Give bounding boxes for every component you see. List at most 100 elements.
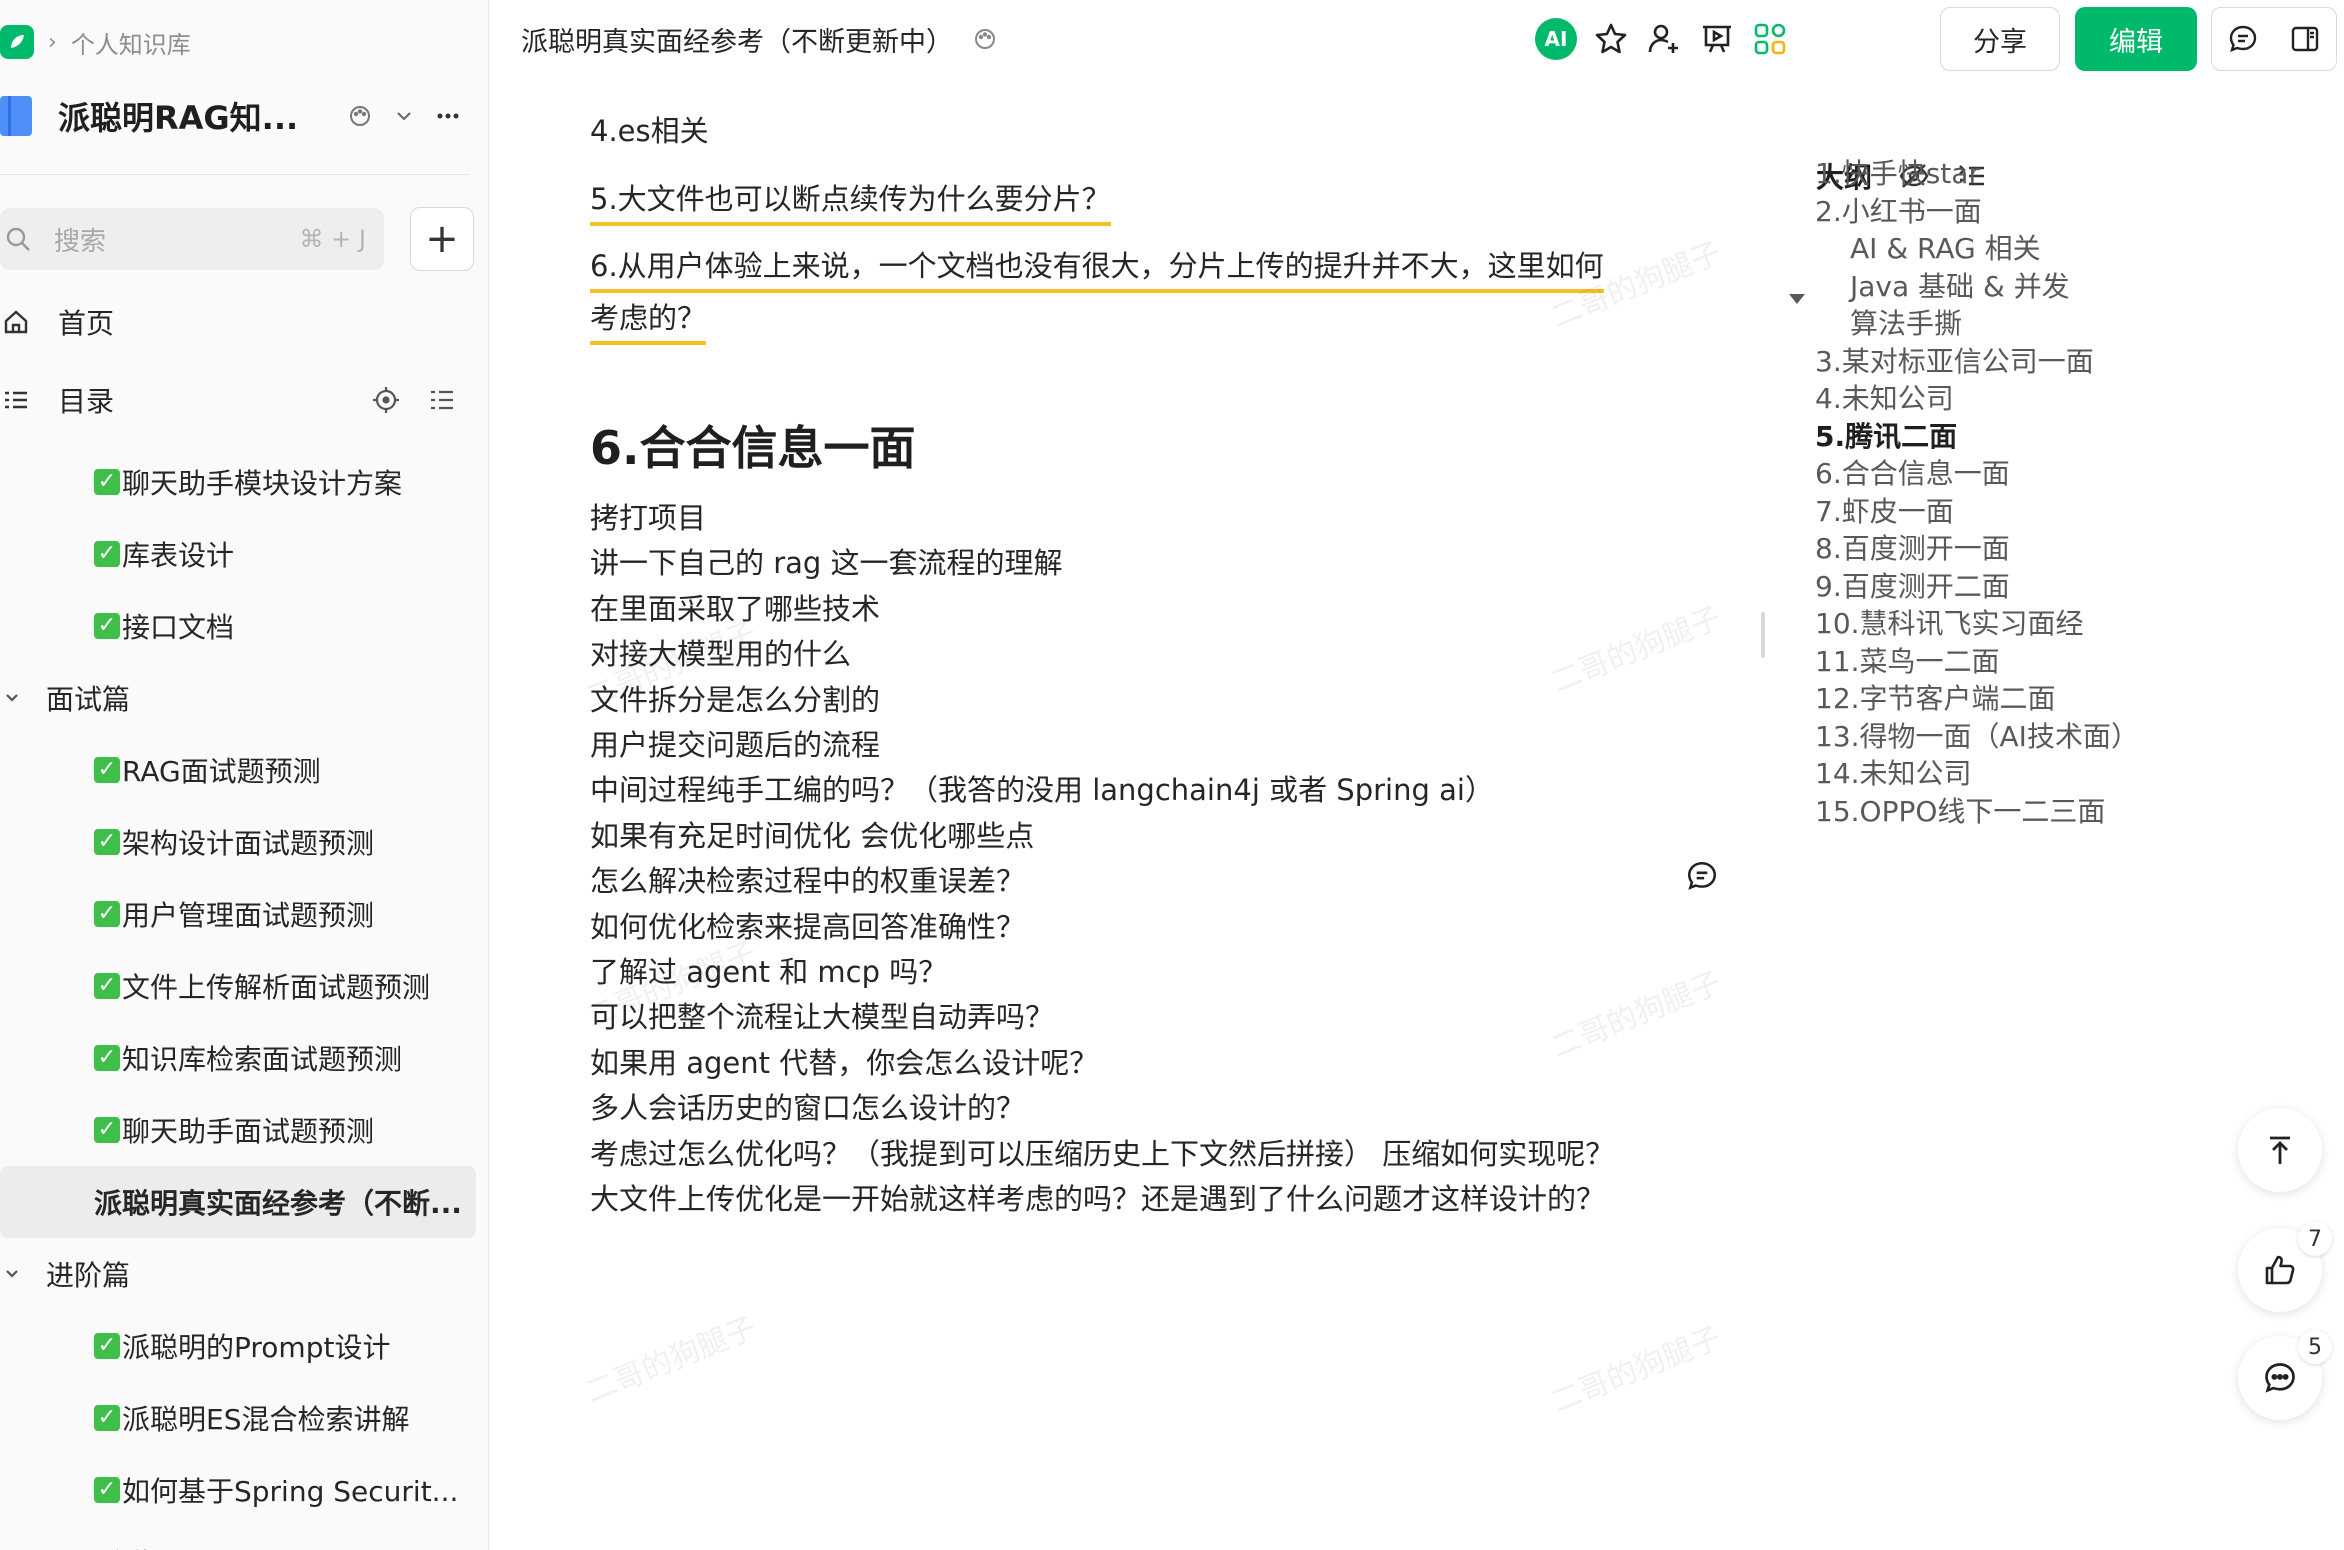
breadcrumb-library[interactable]: 个人知识库	[71, 25, 191, 60]
tree-group[interactable]: 面试篇	[0, 662, 476, 734]
locate-icon[interactable]	[358, 385, 414, 415]
home-icon	[2, 308, 38, 336]
outline-item[interactable]: 2.小红书一面	[1815, 190, 1982, 230]
chevron-down-icon[interactable]	[382, 94, 426, 138]
outline-item[interactable]: 6.合合信息一面	[1815, 452, 2010, 492]
like-count: 7	[2298, 1222, 2332, 1256]
question-item: 在里面采取了哪些技术	[590, 592, 881, 626]
check-icon: ✓	[94, 469, 120, 495]
comment-icon[interactable]	[2212, 23, 2274, 55]
check-icon: ✓	[94, 973, 120, 999]
tree-item[interactable]: ✓ 知识库检索面试题预测	[0, 1022, 476, 1094]
tree-item-label: 文件上传解析面试题预测	[122, 971, 431, 1004]
book-header: 派聪明RAG知...	[0, 88, 470, 144]
tree-item[interactable]: ✓ 如何基于Spring Securit...	[0, 1454, 476, 1526]
share-button[interactable]: 分享	[1940, 7, 2060, 71]
nav-catalog[interactable]: 目录	[0, 372, 470, 428]
list-item: 4.es相关	[590, 114, 709, 148]
chevron-down-icon[interactable]	[2, 1264, 46, 1284]
tree-item[interactable]: ✓ 架构设计面试题预测	[0, 806, 476, 878]
check-icon: ✓	[94, 757, 120, 783]
question-item: 考虑过怎么优化吗？（我提到可以压缩历史上下文然后拼接） 压缩如何实现呢？	[590, 1137, 1615, 1171]
tree-item-label: 如何基于Spring Securit...	[122, 1475, 459, 1508]
nav-catalog-label: 目录	[58, 385, 115, 418]
ai-assistant-button[interactable]: AI	[1532, 15, 1580, 63]
apps-icon[interactable]	[1746, 15, 1794, 63]
add-member-icon[interactable]	[1640, 15, 1688, 63]
outline-item[interactable]: AI & RAG 相关	[1850, 227, 2041, 267]
tree-item[interactable]: ✓ 聊天助手面试题预测	[0, 1094, 476, 1166]
tree-item[interactable]: 派聪明 QA	[0, 1526, 476, 1550]
palette-icon[interactable]	[338, 94, 382, 138]
present-icon[interactable]	[1693, 15, 1741, 63]
edit-button[interactable]: 编辑	[2075, 7, 2197, 71]
tree-item[interactable]: ✓ 用户管理面试题预测	[0, 878, 476, 950]
question-item: 多人会话历史的窗口怎么设计的？	[590, 1091, 1026, 1125]
outline-item[interactable]: 算法手撕	[1850, 302, 1962, 342]
outline-item[interactable]: Java 基础 & 并发	[1850, 265, 2070, 305]
tree-item-label: RAG面试题预测	[122, 755, 321, 788]
outline-item[interactable]: 8.百度测开一面	[1815, 527, 2010, 567]
inline-comment-icon[interactable]	[1682, 856, 1722, 896]
watermark: 二哥的狗腿子	[1546, 600, 1727, 701]
outline-item[interactable]: 14.未知公司	[1815, 752, 1972, 792]
tree-item[interactable]: ✓ RAG面试题预测	[0, 734, 476, 806]
nav-home-label: 首页	[58, 307, 115, 340]
star-icon[interactable]	[1587, 15, 1635, 63]
check-icon: ✓	[94, 901, 120, 927]
tree-item[interactable]: ✓ 文件上传解析面试题预测	[0, 950, 476, 1022]
search-placeholder: 搜索	[54, 226, 107, 257]
list-item: 5.大文件也可以断点续传为什么要分片？	[590, 176, 1111, 226]
outline-item[interactable]: 1.快手快star	[1815, 152, 1980, 192]
tree-item-label: 知识库检索面试题预测	[122, 1043, 403, 1076]
outline-item[interactable]: 5.腾讯二面	[1815, 415, 1957, 455]
back-to-top-button[interactable]	[2238, 1108, 2322, 1192]
breadcrumb: › 个人知识库	[0, 22, 191, 62]
caret-down-icon[interactable]	[1789, 294, 1805, 304]
tree-item[interactable]: 派聪明真实面经参考（不断...	[0, 1166, 476, 1238]
outline-item[interactable]: 13.得物一面（AI技术面）	[1815, 715, 2139, 755]
sidebar-panel-icon[interactable]	[2274, 23, 2336, 55]
search-shortcut: ⌘ + J	[299, 225, 366, 253]
outline-item[interactable]: 3.某对标亚信公司一面	[1815, 340, 2094, 380]
add-button[interactable]: +	[410, 207, 474, 271]
palette-icon[interactable]	[973, 27, 997, 51]
outline-item[interactable]: 12.字节客户端二面	[1815, 677, 2056, 717]
outline-item[interactable]: 11.菜鸟一二面	[1815, 640, 2000, 680]
outline-item[interactable]: 15.OPPO线下一二三面	[1815, 790, 2105, 830]
section-heading: 6.合合信息一面	[590, 421, 916, 475]
nav-home[interactable]: 首页	[0, 294, 470, 350]
tree-item-label: 进阶篇	[46, 1259, 131, 1292]
outline-item[interactable]: 7.虾皮一面	[1815, 490, 1954, 530]
outline-item[interactable]: 9.百度测开二面	[1815, 565, 2010, 605]
check-icon: ✓	[94, 1117, 120, 1143]
tree-item-label: 接口文档	[122, 611, 235, 644]
doc-title[interactable]: 派聪明真实面经参考（不断更新中）	[521, 20, 953, 59]
highlighted-text: 6.从用户体验上来说，一个文档也没有很大，分片上传的提升并不大，这里如何	[590, 249, 1604, 293]
tree-item[interactable]: ✓ 派聪明ES混合检索讲解	[0, 1382, 476, 1454]
question-item: 文件拆分是怎么分割的	[590, 683, 881, 717]
question-item: 用户提交问题后的流程	[590, 728, 881, 762]
tree-item[interactable]: ✓ 库表设计	[0, 518, 476, 590]
tree-item[interactable]: ✓ 聊天助手模块设计方案	[0, 446, 476, 518]
tree-group[interactable]: 进阶篇	[0, 1238, 476, 1310]
comments-button[interactable]: 5	[2238, 1330, 2332, 1420]
outline-item[interactable]: 10.慧科讯飞实习面经	[1815, 602, 2084, 642]
tree-item-label: 面试篇	[46, 683, 131, 716]
search-input[interactable]: 搜索 ⌘ + J	[0, 208, 384, 270]
tree-item[interactable]: ✓ 派聪明的Prompt设计	[0, 1310, 476, 1382]
outline-item[interactable]: 4.未知公司	[1815, 377, 1954, 417]
outline-active-indicator	[1761, 612, 1765, 658]
more-icon[interactable]	[426, 94, 470, 138]
like-button[interactable]: 7	[2238, 1222, 2332, 1312]
question-item: 中间过程纯手工编的吗？（我答的没用 langchain4j 或者 Spring …	[590, 773, 1494, 807]
app-logo-icon[interactable]	[0, 25, 34, 59]
tree-item[interactable]: ✓ 接口文档	[0, 590, 476, 662]
highlighted-text: 考虑的？	[590, 301, 707, 345]
tree-item-label: 库表设计	[122, 539, 235, 572]
list-settings-icon[interactable]	[414, 385, 470, 415]
chevron-down-icon[interactable]	[2, 688, 46, 708]
book-title[interactable]: 派聪明RAG知...	[58, 93, 338, 139]
check-icon: ✓	[94, 1333, 120, 1359]
catalog-icon	[2, 386, 38, 414]
